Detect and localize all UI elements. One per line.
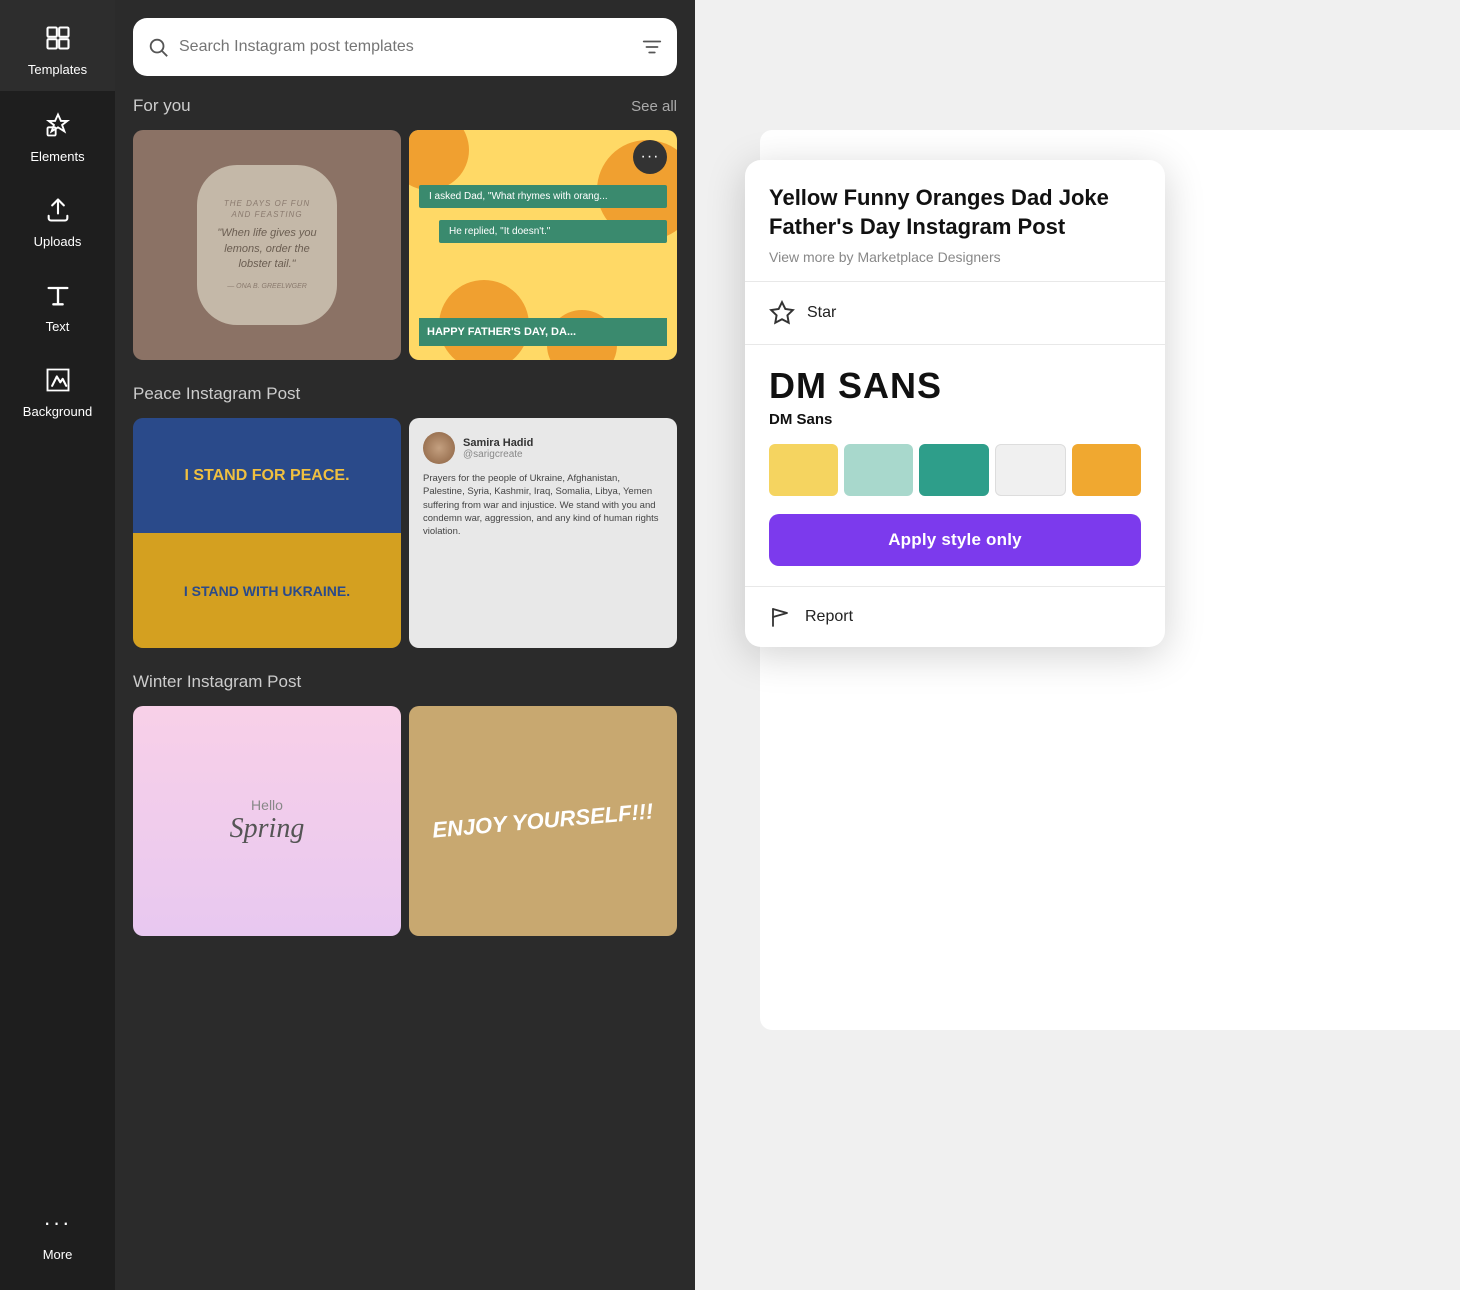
swatch-1[interactable] — [769, 444, 838, 496]
social-header: Samira Hadid @sarigcreate — [423, 432, 663, 464]
more-label: More — [43, 1247, 73, 1262]
background-label: Background — [23, 404, 92, 419]
social-avatar — [423, 432, 455, 464]
sidebar-item-more[interactable]: ··· More — [0, 1189, 115, 1290]
for-you-section-header: For you See all — [133, 96, 677, 116]
popup-style-section: DM SANS DM Sans Apply style only — [745, 345, 1165, 587]
popup-title: Yellow Funny Oranges Dad Joke Father's D… — [769, 184, 1141, 241]
font-name: DM Sans — [769, 411, 1141, 428]
template-popup: Yellow Funny Oranges Dad Joke Father's D… — [745, 160, 1165, 647]
peace-section-header: Peace Instagram Post — [133, 384, 677, 404]
color-swatches — [769, 444, 1141, 496]
enjoy-text: ENJOY YOURSELF!!! — [431, 798, 654, 843]
elements-label: Elements — [30, 149, 84, 164]
template-card-social[interactable]: Samira Hadid @sarigcreate Prayers for th… — [409, 418, 677, 648]
search-bar — [133, 18, 677, 76]
peace-bottom: I STAND WITH UKRAINE. — [133, 533, 401, 648]
sidebar: Templates Elements Uploads Text — [0, 0, 115, 1290]
star-icon — [769, 300, 795, 326]
for-you-see-all[interactable]: See all — [631, 98, 677, 115]
template-brown-text: THE DAYS OF FUN AND FEASTING "When life … — [213, 198, 321, 292]
templates-label: Templates — [28, 62, 87, 77]
flag-icon — [769, 605, 793, 629]
template-card-spring[interactable]: Hello Spring — [133, 706, 401, 936]
more-icon: ··· — [40, 1205, 76, 1241]
main-panel: For you See all THE DAYS OF FUN AND FEAS… — [115, 0, 695, 1290]
sidebar-item-uploads[interactable]: Uploads — [0, 176, 115, 261]
peace-top: I STAND FOR PEACE. — [133, 418, 401, 533]
template-brown-inner: THE DAYS OF FUN AND FEASTING "When life … — [197, 165, 337, 325]
report-label: Report — [805, 608, 853, 626]
apply-style-button[interactable]: Apply style only — [769, 514, 1141, 566]
t2-text1: I asked Dad, "What rhymes with orang... — [419, 185, 667, 208]
more-options-button[interactable]: ··· — [633, 140, 667, 174]
winter-title: Winter Instagram Post — [133, 672, 301, 692]
text-icon — [40, 277, 76, 313]
report-option[interactable]: Report — [745, 587, 1165, 647]
font-preview: DM SANS — [769, 365, 1141, 407]
text-label: Text — [46, 319, 70, 334]
star-option[interactable]: Star — [745, 282, 1165, 345]
for-you-title: For you — [133, 96, 191, 116]
peace-grid: I STAND FOR PEACE. I STAND WITH UKRAINE.… — [133, 418, 677, 648]
social-user-info: Samira Hadid @sarigcreate — [463, 437, 533, 460]
swatch-3[interactable] — [919, 444, 988, 496]
winter-grid: Hello Spring ENJOY YOURSELF!!! — [133, 706, 677, 936]
t2-text2: He replied, "It doesn't." — [439, 220, 667, 243]
orange-circle-1 — [409, 130, 469, 190]
filter-icon[interactable] — [641, 36, 663, 58]
grid-icon — [40, 20, 76, 56]
template-card-enjoy[interactable]: ENJOY YOURSELF!!! — [409, 706, 677, 936]
sidebar-item-elements[interactable]: Elements — [0, 91, 115, 176]
swatch-4[interactable] — [995, 444, 1066, 496]
sidebar-item-templates[interactable]: Templates — [0, 0, 115, 91]
sidebar-item-background[interactable]: Background — [0, 346, 115, 431]
winter-section-header: Winter Instagram Post — [133, 672, 677, 692]
peace-title: Peace Instagram Post — [133, 384, 300, 404]
template-card-brown[interactable]: THE DAYS OF FUN AND FEASTING "When life … — [133, 130, 401, 360]
swatch-2[interactable] — [844, 444, 913, 496]
sidebar-item-text[interactable]: Text — [0, 261, 115, 346]
uploads-label: Uploads — [34, 234, 82, 249]
upload-icon — [40, 192, 76, 228]
more-dots-icon: ··· — [641, 149, 660, 165]
search-input[interactable] — [179, 38, 631, 56]
elements-icon — [40, 107, 76, 143]
template-card-peace[interactable]: I STAND FOR PEACE. I STAND WITH UKRAINE. — [133, 418, 401, 648]
content-area: For you See all THE DAYS OF FUN AND FEAS… — [115, 92, 695, 1290]
star-label: Star — [807, 304, 836, 322]
t2-footer: HAPPY FATHER'S DAY, DA... — [419, 318, 667, 346]
popup-subtitle: View more by Marketplace Designers — [769, 249, 1141, 265]
right-panel: Yellow Funny Oranges Dad Joke Father's D… — [695, 0, 1460, 1290]
background-icon — [40, 362, 76, 398]
swatch-5[interactable] — [1072, 444, 1141, 496]
popup-header: Yellow Funny Oranges Dad Joke Father's D… — [745, 160, 1165, 282]
search-icon — [147, 36, 169, 58]
template-card-orange[interactable]: I asked Dad, "What rhymes with orang... … — [409, 130, 677, 360]
for-you-grid: THE DAYS OF FUN AND FEASTING "When life … — [133, 130, 677, 360]
